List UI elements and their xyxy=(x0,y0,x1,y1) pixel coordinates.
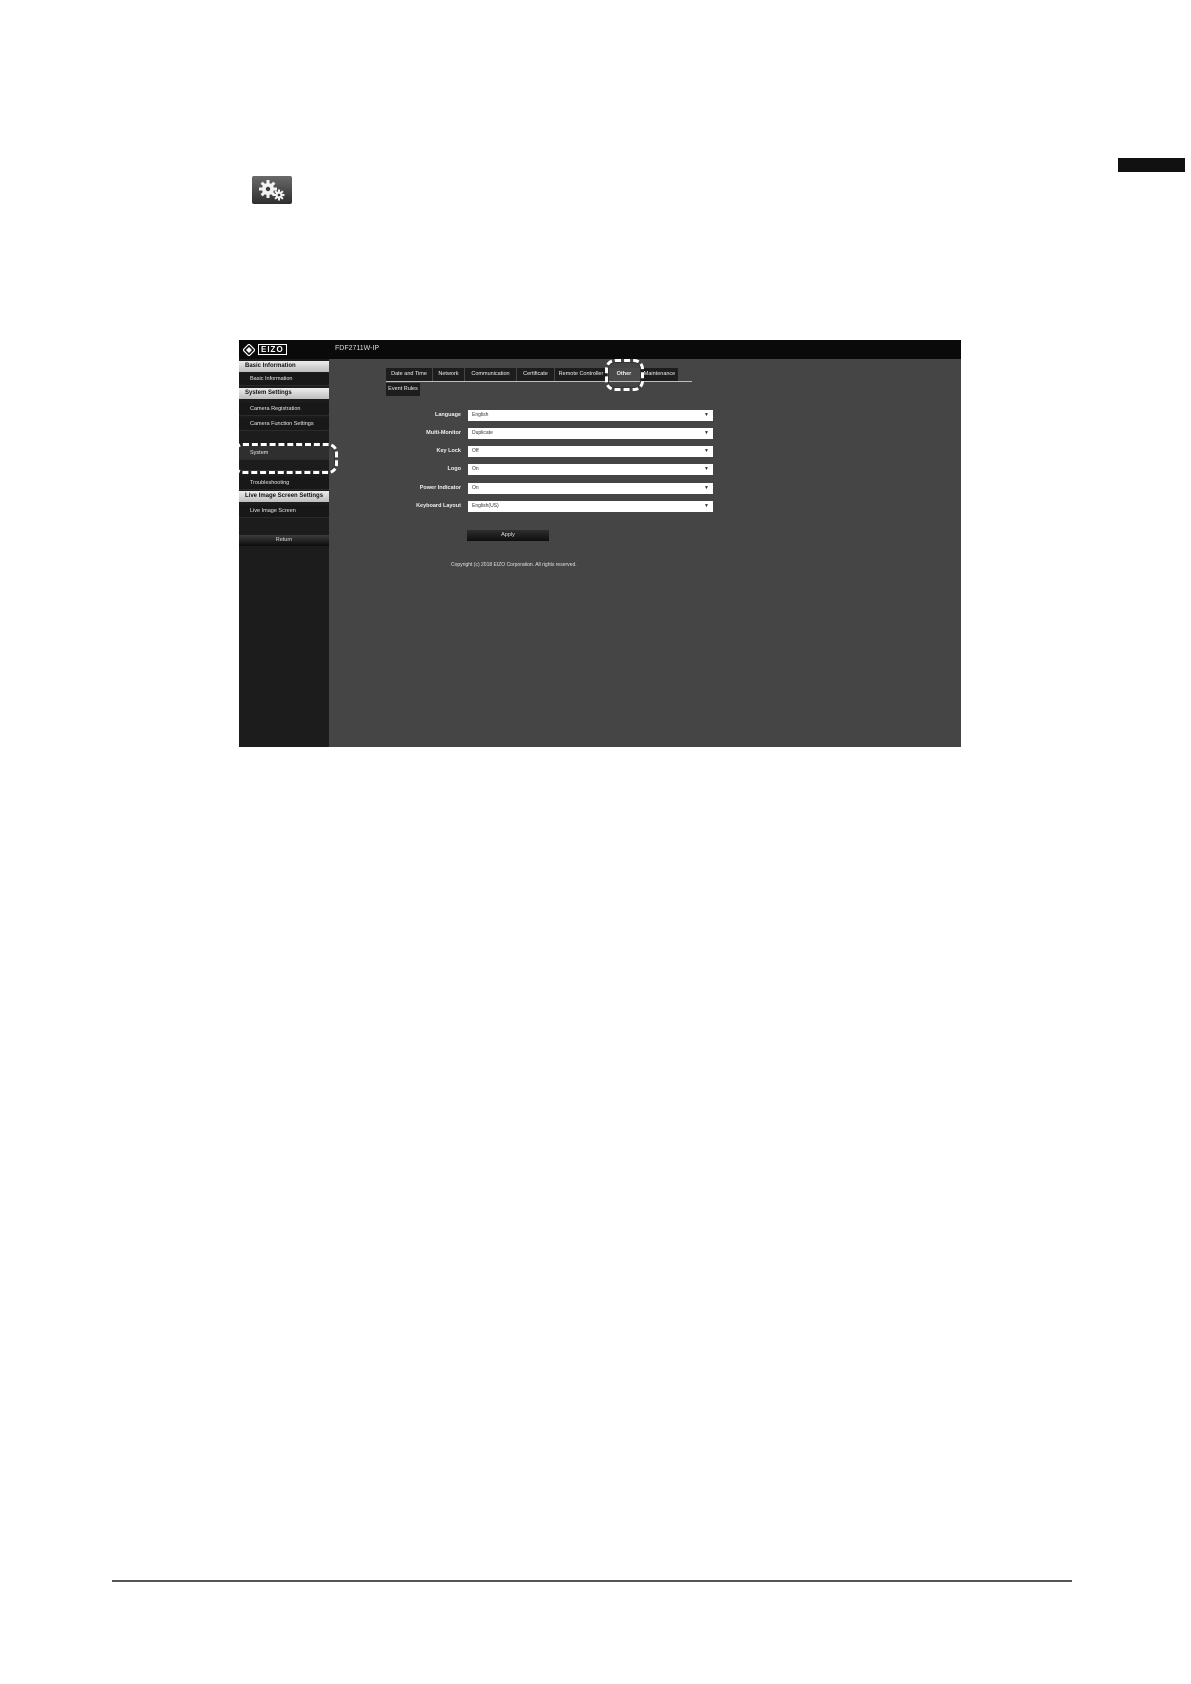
page-section-marker xyxy=(1118,158,1185,172)
multi-monitor-select[interactable]: Duplicate ▼ xyxy=(468,428,713,439)
caret-down-icon: ▼ xyxy=(704,503,709,509)
caret-down-icon: ▼ xyxy=(704,485,709,491)
multi-monitor-label: Multi-Monitor xyxy=(426,430,461,436)
tab-certificate[interactable]: Certificate xyxy=(517,368,555,381)
language-label: Language xyxy=(435,412,461,418)
tab-maintenance[interactable]: Maintenance xyxy=(641,368,679,381)
sidebar-item-troubleshooting[interactable]: Troubleshooting xyxy=(239,477,329,490)
keyboard-layout-label: Keyboard Layout xyxy=(416,503,461,509)
return-button[interactable]: Return xyxy=(239,535,329,546)
power-indicator-select[interactable]: On ▼ xyxy=(468,483,713,494)
tab-underline xyxy=(386,381,692,382)
top-bar: EIZO FDF2711W-IP xyxy=(239,340,961,359)
caret-down-icon: ▼ xyxy=(704,430,709,436)
logo-mark-icon xyxy=(243,343,255,356)
sidebar-item-camera-registration[interactable]: Camera Registration xyxy=(239,403,329,416)
logo-select[interactable]: On ▼ xyxy=(468,464,713,475)
language-select[interactable]: English ▼ xyxy=(468,410,713,421)
gear-icon xyxy=(252,176,292,204)
tab-event-rules[interactable]: Event Rules xyxy=(386,383,421,396)
callout-other-tab xyxy=(605,359,644,391)
sidebar-header-system-settings: System Settings xyxy=(239,388,329,399)
tab-communication[interactable]: Communication xyxy=(465,368,517,381)
sidebar-item-camera-function-settings[interactable]: Camera Function Settings xyxy=(239,418,329,431)
sidebar-item-basic-information[interactable]: Basic Information xyxy=(239,373,329,386)
tab-remote-controller[interactable]: Remote Controller xyxy=(555,368,608,381)
sidebar-header-live-image-screen-settings: Live Image Screen Settings xyxy=(239,491,329,502)
eizo-logo: EIZO xyxy=(243,343,287,356)
caret-down-icon: ▼ xyxy=(704,412,709,418)
apply-button[interactable]: Apply xyxy=(467,530,549,541)
callout-system xyxy=(239,443,338,474)
footer-divider xyxy=(112,1580,1072,1582)
caret-down-icon: ▼ xyxy=(704,448,709,454)
sidebar-header-basic-information: Basic Information xyxy=(239,361,329,372)
caret-down-icon: ▼ xyxy=(704,466,709,472)
tab-network[interactable]: Network xyxy=(433,368,465,381)
sidebar-item-live-image-screen[interactable]: Live Image Screen xyxy=(239,505,329,518)
settings-screenshot: EIZO FDF2711W-IP Basic Information Basic… xyxy=(239,340,961,747)
key-lock-label: Key Lock xyxy=(436,448,461,454)
logo-label: Logo xyxy=(447,466,461,472)
power-indicator-label: Power Indicator xyxy=(419,485,461,491)
key-lock-select[interactable]: Off ▼ xyxy=(468,446,713,457)
model-name: FDF2711W-IP xyxy=(335,345,380,352)
sidebar: Basic Information Basic Information Syst… xyxy=(239,359,329,747)
tab-date-and-time[interactable]: Date and Time xyxy=(386,368,433,381)
copyright-text: Copyright (c) 2018 EIZO Corporation. All… xyxy=(451,562,577,568)
keyboard-layout-select[interactable]: English(US) ▼ xyxy=(468,501,713,512)
